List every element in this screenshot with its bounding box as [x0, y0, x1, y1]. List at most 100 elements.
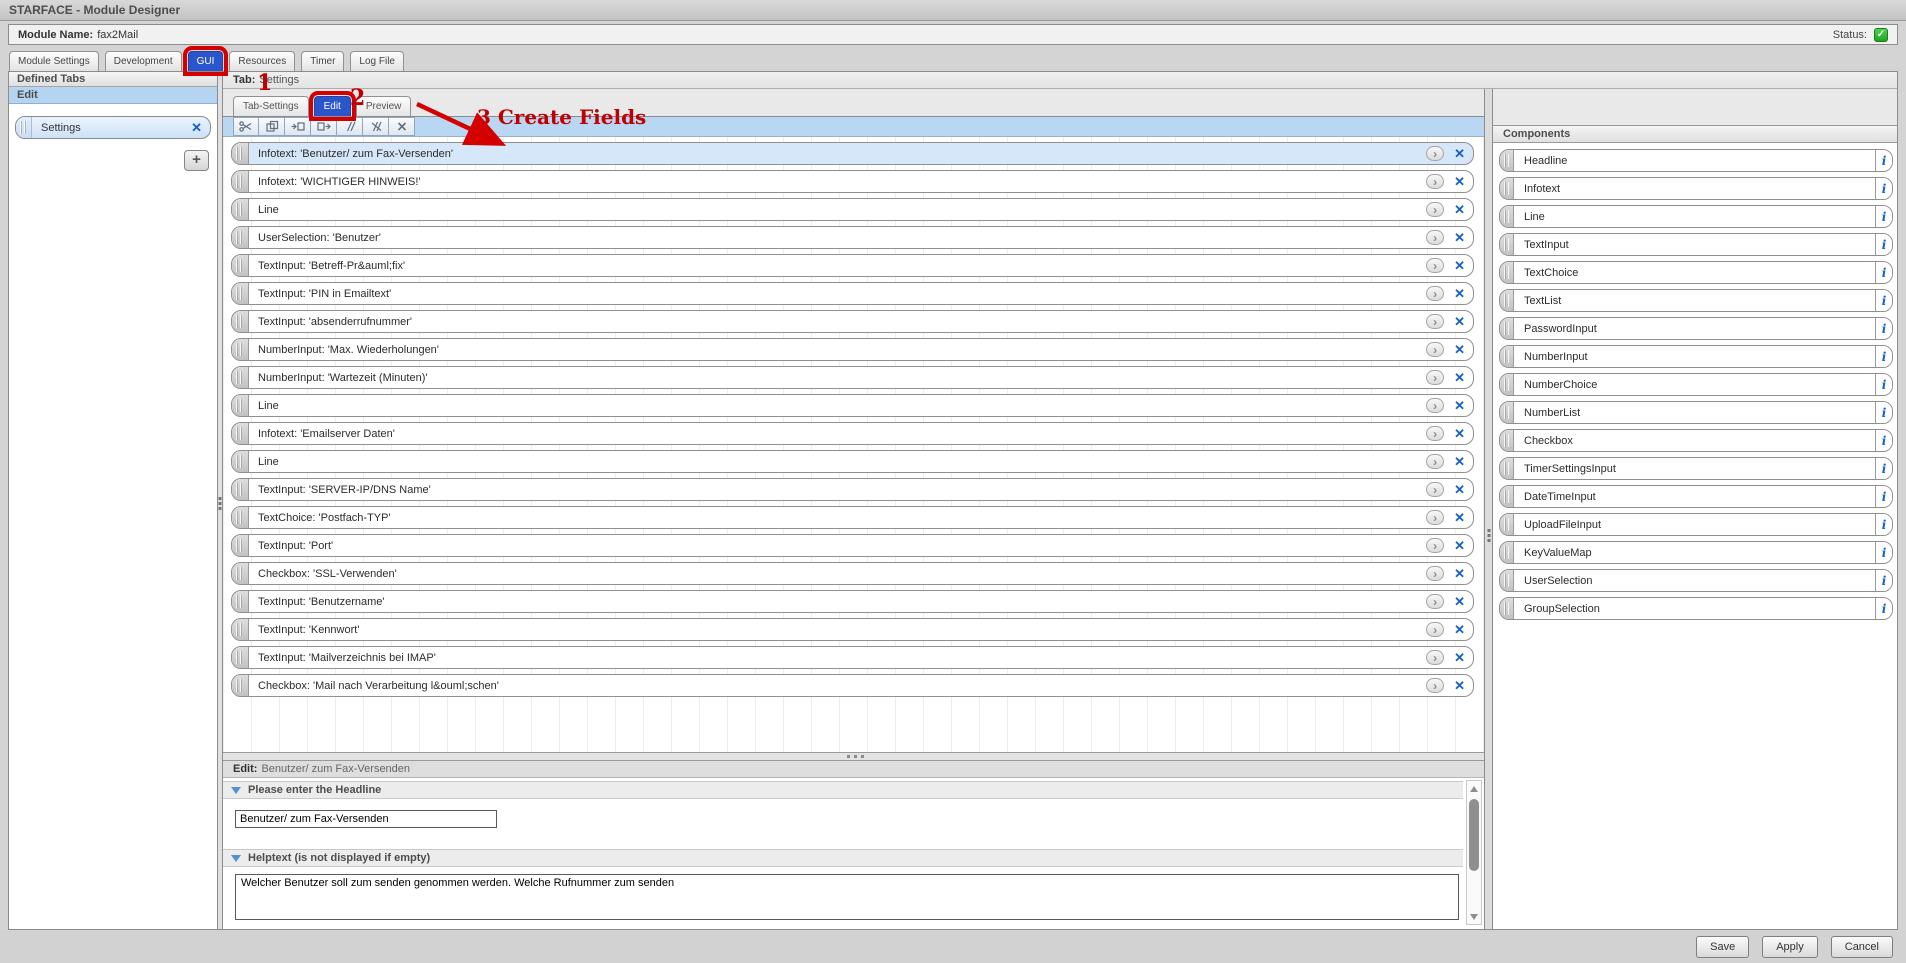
drag-handle-icon[interactable] — [1500, 542, 1514, 563]
paste-before-icon[interactable] — [285, 117, 311, 136]
component-item[interactable]: GroupSelectioni — [1499, 597, 1893, 620]
helptext-textarea[interactable]: Welcher Benutzer soll zum senden genomme… — [235, 874, 1459, 920]
component-item[interactable]: NumberChoicei — [1499, 373, 1893, 396]
field-row[interactable]: TextInput: 'SERVER-IP/DNS Name'›✕ — [231, 478, 1474, 501]
drag-handle-icon[interactable] — [232, 311, 249, 332]
row-delete-x-icon[interactable]: ✕ — [1454, 678, 1465, 694]
cut-icon[interactable] — [233, 117, 259, 136]
tab-development[interactable]: Development — [105, 51, 182, 71]
row-expand-chevron-icon[interactable]: › — [1426, 286, 1444, 301]
splitter-grip-icon[interactable] — [1487, 529, 1490, 532]
row-delete-x-icon[interactable]: ✕ — [1454, 650, 1465, 666]
component-info-icon[interactable]: i — [1875, 262, 1892, 283]
drag-handle-icon[interactable] — [232, 227, 249, 248]
component-info-icon[interactable]: i — [1875, 542, 1892, 563]
component-item[interactable]: UploadFileInputi — [1499, 513, 1893, 536]
component-item[interactable]: TextInputi — [1499, 233, 1893, 256]
row-delete-x-icon[interactable]: ✕ — [1454, 202, 1465, 218]
drag-handle-icon[interactable] — [1500, 458, 1514, 479]
field-row[interactable]: TextInput: 'Mailverzeichnis bei IMAP'›✕ — [231, 646, 1474, 669]
row-expand-chevron-icon[interactable]: › — [1426, 622, 1444, 637]
add-line-icon[interactable] — [337, 117, 363, 136]
drag-handle-icon[interactable] — [232, 423, 249, 444]
drag-handle-icon[interactable] — [232, 339, 249, 360]
drag-handle-icon[interactable] — [1500, 290, 1514, 311]
row-expand-chevron-icon[interactable]: › — [1426, 510, 1444, 525]
defined-tab-settings[interactable]: Settings ✕ — [15, 116, 211, 139]
drag-handle-icon[interactable] — [232, 507, 249, 528]
component-item[interactable]: NumberListi — [1499, 401, 1893, 424]
drag-handle-icon[interactable] — [1500, 486, 1514, 507]
field-row[interactable]: TextInput: 'absenderrufnummer'›✕ — [231, 310, 1474, 333]
component-item[interactable]: PasswordInputi — [1499, 317, 1893, 340]
field-row[interactable]: Infotext: 'WICHTIGER HINWEIS!'›✕ — [231, 170, 1474, 193]
row-expand-chevron-icon[interactable]: › — [1426, 678, 1444, 693]
field-row[interactable]: Checkbox: 'SSL-Verwenden'›✕ — [231, 562, 1474, 585]
edit-panel-scrollbar[interactable] — [1466, 780, 1482, 925]
row-delete-x-icon[interactable]: ✕ — [1454, 482, 1465, 498]
component-info-icon[interactable]: i — [1875, 402, 1892, 423]
row-delete-x-icon[interactable]: ✕ — [1454, 314, 1465, 330]
tab-resources[interactable]: Resources — [229, 51, 295, 71]
component-info-icon[interactable]: i — [1875, 430, 1892, 451]
headline-input[interactable] — [235, 810, 497, 828]
row-delete-x-icon[interactable]: ✕ — [1454, 146, 1465, 162]
row-expand-chevron-icon[interactable]: › — [1426, 398, 1444, 413]
drag-handle-icon[interactable] — [232, 171, 249, 192]
row-expand-chevron-icon[interactable]: › — [1426, 482, 1444, 497]
field-row[interactable]: UserSelection: 'Benutzer'›✕ — [231, 226, 1474, 249]
drag-handle-icon[interactable] — [232, 619, 249, 640]
save-button[interactable]: Save — [1696, 936, 1749, 958]
field-row[interactable]: TextInput: 'Betreff-Pr&auml;fix'›✕ — [231, 254, 1474, 277]
row-expand-chevron-icon[interactable]: › — [1426, 594, 1444, 609]
tab-timer[interactable]: Timer — [301, 51, 344, 71]
field-row[interactable]: Infotext: 'Emailserver Daten'›✕ — [231, 422, 1474, 445]
splitter-grip-icon[interactable] — [219, 497, 222, 500]
component-item[interactable]: NumberInputi — [1499, 345, 1893, 368]
component-info-icon[interactable]: i — [1875, 598, 1892, 619]
component-info-icon[interactable]: i — [1875, 346, 1892, 367]
panel-splitter[interactable] — [223, 752, 1484, 761]
row-delete-x-icon[interactable]: ✕ — [1454, 510, 1465, 526]
row-expand-chevron-icon[interactable]: › — [1426, 230, 1444, 245]
drag-handle-icon[interactable] — [232, 563, 249, 584]
field-row[interactable]: Checkbox: 'Mail nach Verarbeitung l&ouml… — [231, 674, 1474, 697]
scrollbar-thumb[interactable] — [1469, 799, 1479, 871]
component-item[interactable]: Headlinei — [1499, 149, 1893, 172]
row-delete-x-icon[interactable]: ✕ — [1454, 566, 1465, 582]
drag-handle-icon[interactable] — [1500, 598, 1514, 619]
sidebar-item-edit[interactable]: Edit — [9, 87, 217, 104]
row-delete-x-icon[interactable]: ✕ — [1454, 230, 1465, 246]
component-info-icon[interactable]: i — [1875, 486, 1892, 507]
collapse-triangle-icon[interactable] — [231, 855, 241, 862]
row-expand-chevron-icon[interactable]: › — [1426, 342, 1444, 357]
drag-handle-icon[interactable] — [232, 535, 249, 556]
field-row[interactable]: TextInput: 'Benutzername'›✕ — [231, 590, 1474, 613]
field-row[interactable]: TextChoice: 'Postfach-TYP'›✕ — [231, 506, 1474, 529]
scroll-down-icon[interactable] — [1467, 910, 1481, 924]
tab-module-settings[interactable]: Module Settings — [9, 51, 99, 71]
row-expand-chevron-icon[interactable]: › — [1426, 454, 1444, 469]
drag-handle-icon[interactable] — [232, 451, 249, 472]
drag-handle-icon[interactable] — [1500, 514, 1514, 535]
component-info-icon[interactable]: i — [1875, 178, 1892, 199]
collapse-triangle-icon[interactable] — [231, 787, 241, 794]
components-splitter[interactable] — [1484, 89, 1493, 929]
field-row[interactable]: Line›✕ — [231, 198, 1474, 221]
tab-gui[interactable]: GUI — [188, 51, 224, 71]
delete-selection-icon[interactable] — [389, 117, 415, 136]
drag-handle-icon[interactable] — [232, 199, 249, 220]
drag-handle-icon[interactable] — [1500, 402, 1514, 423]
drag-handle-icon[interactable] — [1500, 234, 1514, 255]
field-row[interactable]: Line›✕ — [231, 450, 1474, 473]
drag-handle-icon[interactable] — [232, 647, 249, 668]
row-delete-x-icon[interactable]: ✕ — [1454, 174, 1465, 190]
remove-line-icon[interactable] — [363, 117, 389, 136]
component-item[interactable]: TextChoicei — [1499, 261, 1893, 284]
drag-handle-icon[interactable] — [1500, 206, 1514, 227]
remove-tab-x-icon[interactable]: ✕ — [183, 120, 210, 136]
component-item[interactable]: Linei — [1499, 205, 1893, 228]
row-delete-x-icon[interactable]: ✕ — [1454, 258, 1465, 274]
component-info-icon[interactable]: i — [1875, 318, 1892, 339]
drag-handle-icon[interactable] — [232, 675, 249, 696]
